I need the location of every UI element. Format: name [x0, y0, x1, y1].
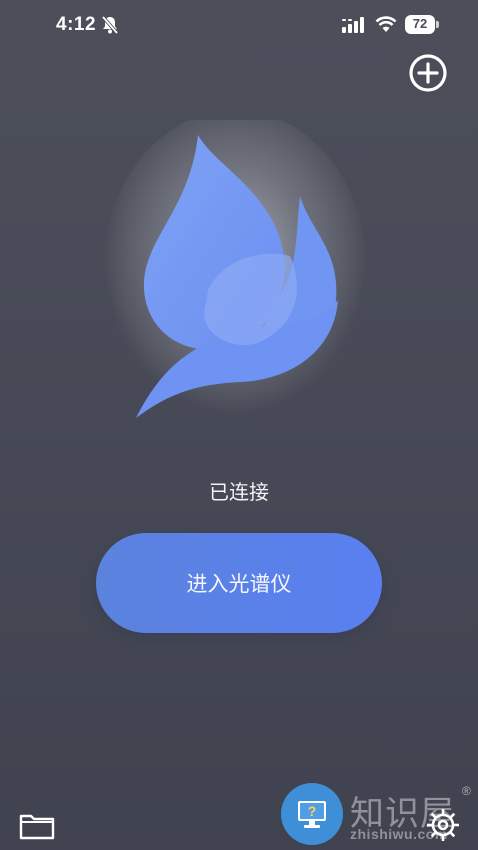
- status-time: 4:12: [56, 14, 97, 35]
- bell-slash-icon: [101, 15, 119, 35]
- flame-logo-icon: [103, 110, 367, 430]
- wifi-icon: [375, 16, 397, 32]
- enter-spectrometer-button[interactable]: 进入光谱仪: [96, 533, 382, 633]
- signal-icon: [342, 17, 364, 33]
- watermark-registered: ®: [462, 784, 471, 798]
- connection-status-label: 已连接: [209, 482, 269, 504]
- folder-icon[interactable]: [18, 808, 56, 842]
- status-bar: 4:12 72: [0, 0, 478, 52]
- help-button[interactable]: ?: [281, 783, 343, 845]
- svg-text:?: ?: [308, 803, 317, 819]
- enter-spectrometer-label: 进入光谱仪: [186, 573, 292, 596]
- gear-icon[interactable]: [424, 806, 462, 844]
- battery-icon: 72: [405, 15, 439, 34]
- battery-level: 72: [412, 16, 428, 31]
- plus-circle-icon[interactable]: [408, 53, 448, 93]
- app-logo: [100, 110, 370, 440]
- help-monitor-icon: ?: [298, 801, 326, 828]
